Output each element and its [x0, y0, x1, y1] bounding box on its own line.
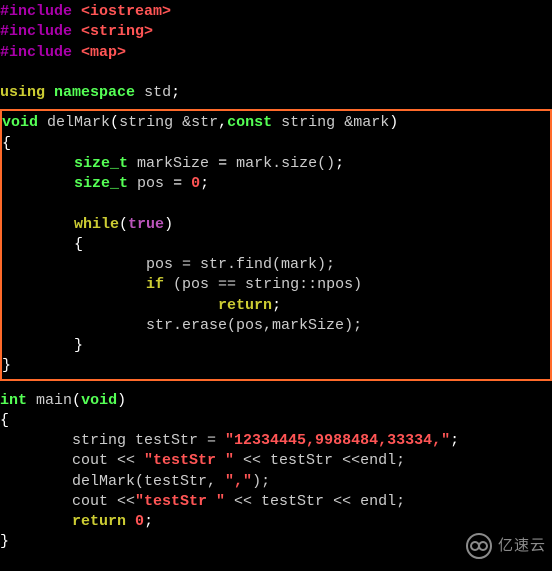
param-mark: &mark [344, 114, 389, 131]
eq: = [209, 155, 236, 172]
func-name-main: main [36, 392, 72, 409]
const-keyword: const [227, 114, 272, 131]
teststr-decl: string testStr = [72, 432, 225, 449]
mark-size-call: mark.size() [236, 155, 335, 172]
cout-line2-a: cout << [72, 493, 135, 510]
string-type: string [281, 114, 335, 131]
function-delmark: void delMark(string &str,const string &m… [2, 111, 548, 378]
semicolon: ; [171, 84, 180, 101]
std-identifier: std [144, 84, 171, 101]
code-block: #include <iostream> #include <string> #i… [0, 0, 552, 105]
cout-str1: "testStr " [144, 452, 234, 469]
comma: , [218, 114, 227, 131]
rparen: ) [117, 392, 126, 409]
semicolon: ; [335, 155, 344, 172]
return-keyword: return [72, 513, 126, 530]
delmark-call-a: delMark(testStr, [72, 473, 225, 490]
erase-call: str.erase(pos,markSize); [146, 317, 362, 334]
cout-line1-b: << testStr <<endl; [234, 452, 405, 469]
if-condition: (pos == string::npos) [164, 276, 362, 293]
param-str: &str [182, 114, 218, 131]
while-keyword: while [74, 216, 119, 233]
cout-line1-a: cout << [72, 452, 144, 469]
func-name-delmark: delMark [47, 114, 110, 131]
lparen: ( [72, 392, 81, 409]
return-keyword: return [218, 297, 272, 314]
function-main: int main(void) { string testStr = "12334… [0, 389, 552, 555]
rparen: ) [164, 216, 173, 233]
cout-str2: "testStr " [135, 493, 225, 510]
rbrace: } [0, 533, 9, 550]
eq: = [164, 175, 191, 192]
lbrace: { [2, 135, 11, 152]
true-literal: true [128, 216, 164, 233]
semicolon: ; [144, 513, 153, 530]
var-marksize: markSize [137, 155, 209, 172]
assign-find: pos = str.find(mark); [146, 256, 335, 273]
void-type: void [2, 114, 38, 131]
namespace-keyword: namespace [54, 84, 135, 101]
using-keyword: using [0, 84, 45, 101]
semicolon: ; [200, 175, 209, 192]
include-directive: #include [0, 3, 72, 20]
literal-zero: 0 [191, 175, 200, 192]
semicolon: ; [272, 297, 281, 314]
string-type: string [119, 114, 173, 131]
delmark-call-b: ); [252, 473, 270, 490]
rbrace: } [74, 337, 83, 354]
watermark: 亿速云 [466, 533, 546, 559]
watermark-text: 亿速云 [498, 536, 546, 556]
size-t-type: size_t [74, 155, 128, 172]
literal-zero: 0 [135, 513, 144, 530]
lbrace: { [74, 236, 83, 253]
teststr-literal: "12334445,9988484,33334," [225, 432, 450, 449]
lparen: ( [119, 216, 128, 233]
include-directive: #include [0, 44, 72, 61]
semicolon: ; [450, 432, 459, 449]
rbrace: } [2, 357, 11, 374]
header-string: <string> [81, 23, 153, 40]
size-t-type: size_t [74, 175, 128, 192]
cout-line2-b: << testStr << endl; [225, 493, 405, 510]
lbrace: { [0, 412, 9, 429]
delmark-arg: "," [225, 473, 252, 490]
rparen: ) [389, 114, 398, 131]
cloud-icon [466, 533, 492, 559]
void-type: void [81, 392, 117, 409]
highlighted-function-box: void delMark(string &str,const string &m… [0, 109, 552, 380]
int-type: int [0, 392, 27, 409]
header-map: <map> [81, 44, 126, 61]
var-pos: pos [137, 175, 164, 192]
include-directive: #include [0, 23, 72, 40]
if-keyword: if [146, 276, 164, 293]
lparen: ( [110, 114, 119, 131]
header-iostream: <iostream> [81, 3, 171, 20]
